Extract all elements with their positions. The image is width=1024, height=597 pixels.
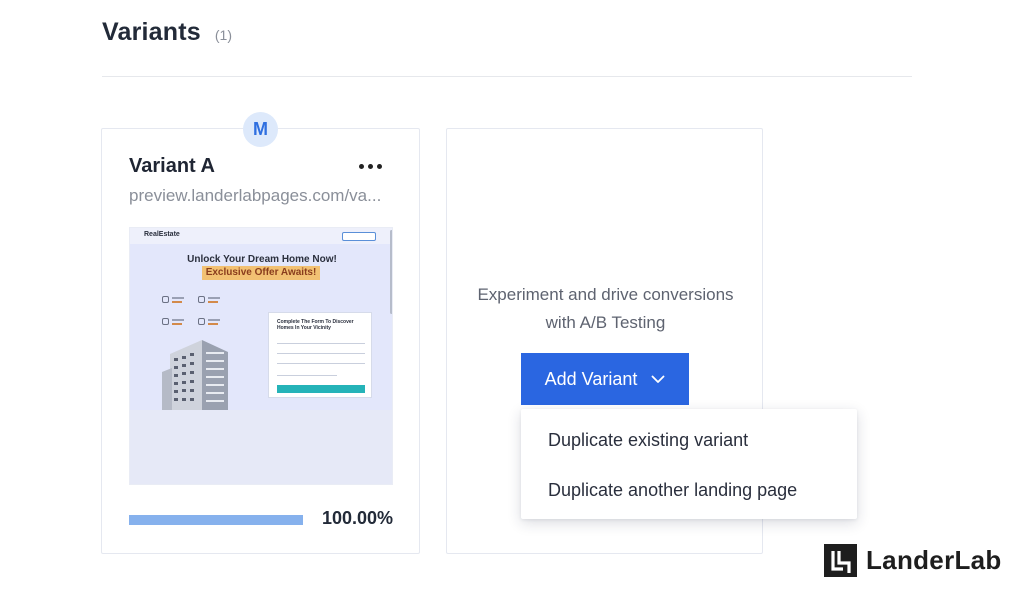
dot: [358, 163, 364, 169]
dot: [376, 163, 382, 169]
preview-form-title: Complete The Form To Discover Homes In Y…: [277, 319, 354, 331]
preview-headline: Unlock Your Dream Home Now!: [187, 254, 337, 265]
variant-card[interactable]: Variant A preview.landerlabpages.com/va.…: [101, 128, 420, 554]
ab-testing-description: Experiment and drive conversions with A/…: [447, 281, 764, 337]
add-variant-dropdown: Duplicate existing variant Duplicate ano…: [521, 409, 857, 519]
brand-name: LanderLab: [866, 545, 1002, 575]
preview-offer: Exclusive Offer Awaits!: [202, 266, 320, 280]
description-line-1: Experiment and drive conversions: [477, 285, 734, 304]
preview-feature: [198, 318, 220, 326]
preview-scrollbar: [390, 230, 392, 314]
section-header: Variants (1): [102, 18, 232, 47]
menu-item-duplicate-another-landing-page[interactable]: Duplicate another landing page: [548, 480, 797, 501]
preview-navbar: RealEstate: [130, 228, 392, 244]
add-variant-button[interactable]: Add Variant: [521, 353, 689, 405]
variant-count: (1): [214, 27, 233, 43]
preview-form-field: [277, 363, 365, 364]
dot: [367, 163, 373, 169]
page-title: Variants: [102, 18, 201, 46]
preview-nav-button: [342, 232, 376, 241]
preview-feature: [162, 318, 184, 326]
landerlab-logo-icon: [824, 544, 857, 577]
preview-form-field: [277, 353, 365, 354]
more-options-icon[interactable]: [355, 157, 385, 175]
preview-page: RealEstate Unlock Your Dream Home Now! E…: [130, 228, 392, 410]
traffic-progress-bar: [129, 515, 303, 525]
preview-form-field: [277, 343, 365, 344]
preview-form-checkbox: [277, 375, 337, 376]
preview-feature: [162, 296, 184, 304]
add-variant-label: Add Variant: [544, 368, 638, 389]
preview-form: Complete The Form To Discover Homes In Y…: [268, 312, 372, 398]
avatar: M: [243, 112, 278, 147]
building-image: [162, 340, 228, 410]
description-line-2: with A/B Testing: [545, 313, 666, 332]
menu-item-duplicate-existing-variant[interactable]: Duplicate existing variant: [548, 430, 748, 451]
traffic-percent: 100.00%: [321, 508, 393, 528]
chevron-down-icon: [651, 375, 665, 383]
preview-logo: RealEstate: [144, 231, 180, 238]
divider: [102, 76, 912, 77]
variant-preview-thumbnail[interactable]: RealEstate Unlock Your Dream Home Now! E…: [129, 227, 393, 485]
variant-url[interactable]: preview.landerlabpages.com/va...: [129, 186, 399, 206]
traffic-progress-fill: [129, 515, 303, 525]
landerlab-logo: LanderLab: [824, 544, 1002, 577]
preview-form-button: [277, 385, 365, 393]
variant-title: Variant A: [129, 155, 215, 177]
preview-feature: [198, 296, 220, 304]
